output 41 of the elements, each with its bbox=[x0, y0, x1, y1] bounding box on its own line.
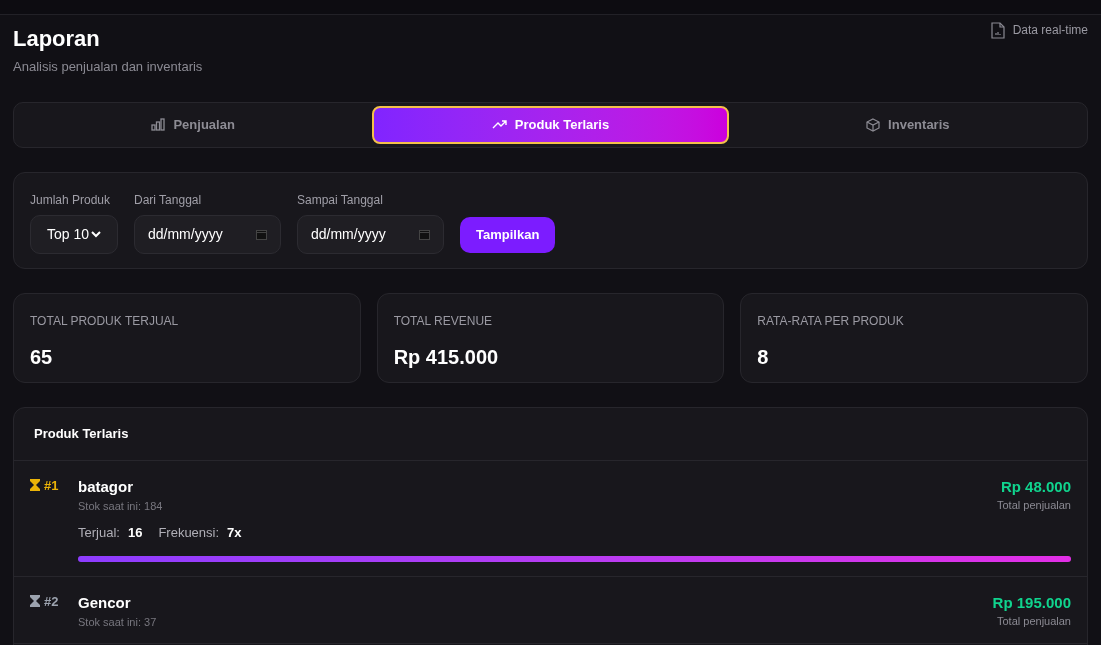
card-title: Produk Terlaris bbox=[34, 424, 129, 443]
rank-label: #2 bbox=[44, 595, 59, 608]
date-field[interactable]: dd/mm/yyyy bbox=[134, 214, 281, 254]
stat-label: TOTAL REVENUE bbox=[393, 312, 494, 330]
rank-label: #1 bbox=[44, 478, 59, 492]
document-icon bbox=[990, 21, 1005, 39]
stat-label: RATA-RATA PER PRODUK bbox=[757, 312, 905, 330]
stat-value: 65 bbox=[30, 344, 54, 370]
stock-text: Stok saat ini: 37 bbox=[78, 615, 157, 629]
sold-value: 16 bbox=[127, 523, 143, 542]
trend-up-icon bbox=[491, 120, 507, 129]
sales-amount: Rp 48.000 bbox=[999, 477, 1071, 496]
amount-caption: Total penjualan bbox=[996, 614, 1071, 628]
product-count-select[interactable]: Top 10 bbox=[30, 214, 118, 254]
field-label: Dari Tanggal bbox=[134, 191, 203, 209]
show-button[interactable]: Tampilkan bbox=[460, 216, 556, 253]
amount-caption: Total penjualan bbox=[997, 497, 1071, 512]
date-field[interactable]: dd/mm/yyyy bbox=[297, 214, 444, 254]
field-label: Sampai Tanggal bbox=[297, 191, 384, 209]
stat-value: 8 bbox=[757, 344, 770, 370]
product-name: batagor bbox=[78, 477, 134, 496]
page-title: Laporan bbox=[13, 25, 101, 53]
tab[interactable]: Penjualan bbox=[17, 105, 370, 144]
sales-amount: Rp 195.000 bbox=[992, 594, 1071, 612]
bar-chart-icon bbox=[151, 118, 166, 131]
tab[interactable]: Inventaris bbox=[731, 105, 1084, 144]
page-subtitle: Analisis penjualan dan inventaris bbox=[13, 58, 203, 76]
sold-label: Terjual: bbox=[78, 523, 120, 542]
stat-label: TOTAL PRODUK TERJUAL bbox=[30, 312, 180, 330]
cube-icon bbox=[866, 117, 881, 132]
tab[interactable]: Produk Terlaris bbox=[372, 105, 729, 144]
product-name: Gencor bbox=[78, 594, 132, 612]
stat-value: Rp 415.000 bbox=[393, 344, 500, 370]
frequency-label: Frekuensi: bbox=[158, 523, 220, 542]
realtime-label: Data real-time bbox=[1012, 22, 1088, 39]
calendar-icon bbox=[419, 228, 430, 240]
field-label: Jumlah Produk bbox=[30, 191, 112, 209]
stock-text: Stok saat ini: 184 bbox=[78, 498, 163, 513]
chevron-down-icon bbox=[91, 230, 101, 238]
frequency-value: 7x bbox=[227, 523, 242, 542]
calendar-icon bbox=[256, 228, 267, 240]
